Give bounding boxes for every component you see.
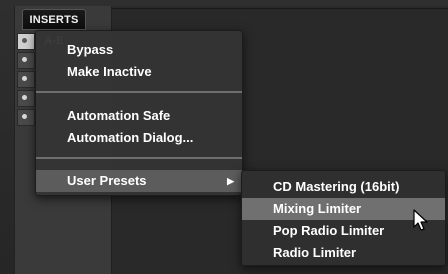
slot-indicator-icon — [22, 95, 27, 100]
menu-item-label: User Presets — [67, 173, 147, 188]
menu-item-make-inactive[interactable]: Make Inactive — [36, 61, 242, 83]
menu-item-user-presets[interactable]: User Presets ▶ — [36, 170, 242, 192]
insert-context-menu: Bypass Make Inactive Automation Safe Aut… — [35, 30, 243, 196]
menu-separator — [36, 91, 242, 93]
insert-slot-a[interactable] — [17, 33, 35, 50]
preset-radio-limiter[interactable]: Radio Limiter — [242, 242, 445, 264]
inserts-header[interactable]: INSERTS A-E — [22, 9, 86, 47]
chevron-right-icon: ▶ — [227, 176, 234, 186]
slot-indicator-icon — [22, 76, 27, 81]
menu-separator — [36, 157, 242, 159]
insert-slot-b[interactable] — [17, 52, 35, 69]
menu-item-automation-safe[interactable]: Automation Safe — [36, 105, 242, 127]
insert-slot-c[interactable] — [17, 71, 35, 88]
slot-indicator-icon — [22, 38, 27, 43]
divider — [86, 8, 448, 9]
mouse-pointer-icon — [413, 209, 428, 231]
menu-item-bypass[interactable]: Bypass — [36, 39, 242, 61]
insert-slot-d[interactable] — [17, 90, 35, 107]
insert-slot-e[interactable] — [17, 109, 35, 126]
slot-indicator-icon — [22, 57, 27, 62]
preset-cd-mastering[interactable]: CD Mastering (16bit) — [242, 176, 445, 198]
menu-item-automation-dialog[interactable]: Automation Dialog... — [36, 127, 242, 149]
slot-indicator-icon — [22, 114, 27, 119]
